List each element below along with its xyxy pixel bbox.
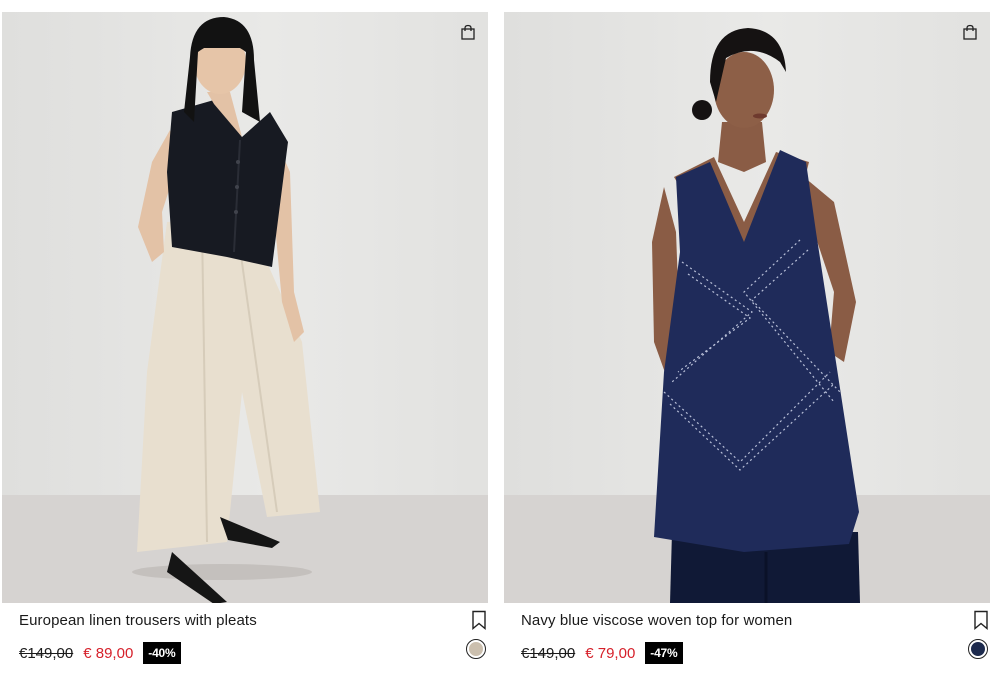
original-price: €149,00 (521, 644, 576, 662)
bookmark-icon (472, 610, 486, 630)
add-to-bag-button[interactable] (958, 20, 982, 44)
product-info: Navy blue viscose woven top for women €1… (504, 606, 990, 700)
price-row: €149,00 € 89,00 -40% (19, 642, 181, 664)
save-to-favorites-button[interactable] (470, 610, 488, 630)
product-title[interactable]: Navy blue viscose woven top for women (521, 612, 792, 629)
bookmark-icon (974, 610, 988, 630)
discount-badge: -47% (645, 642, 683, 664)
model-figure-illustration (652, 28, 860, 603)
product-card[interactable]: Navy blue viscose woven top for women €1… (504, 0, 990, 700)
discount-badge: -40% (143, 642, 181, 664)
product-title[interactable]: European linen trousers with pleats (19, 612, 257, 629)
product-grid: European linen trousers with pleats €149… (0, 0, 991, 700)
price-row: €149,00 € 79,00 -47% (521, 642, 683, 664)
color-swatch-fill (971, 642, 985, 656)
shopping-bag-icon (461, 24, 475, 40)
color-swatch[interactable] (968, 639, 988, 659)
save-to-favorites-button[interactable] (972, 610, 990, 630)
color-swatch[interactable] (466, 639, 486, 659)
shopping-bag-icon (963, 24, 977, 40)
product-card[interactable]: European linen trousers with pleats €149… (2, 0, 488, 700)
original-price: €149,00 (19, 644, 74, 662)
sale-price: € 79,00 (585, 644, 636, 662)
model-figure-illustration (132, 17, 320, 603)
add-to-bag-button[interactable] (456, 20, 480, 44)
sale-price: € 89,00 (83, 644, 134, 662)
product-image[interactable] (2, 12, 488, 603)
product-info: European linen trousers with pleats €149… (2, 606, 488, 700)
color-swatch-fill (469, 642, 483, 656)
product-image[interactable] (504, 12, 990, 603)
